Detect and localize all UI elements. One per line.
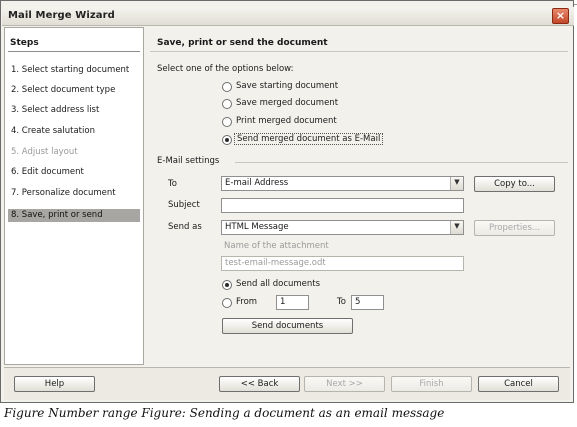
figure-caption: Figure Number range Figure: Sending a do…: [4, 406, 445, 420]
from-input[interactable]: 1: [276, 295, 309, 310]
heading-divider: [150, 51, 568, 52]
to-range-input[interactable]: 5: [351, 295, 384, 310]
send-all-documents-label[interactable]: Send all documents: [236, 279, 320, 289]
to-label: To: [168, 179, 177, 189]
options-prompt: Select one of the options below:: [157, 64, 294, 74]
steps-panel: Steps 1. Select starting document 2. Sel…: [4, 27, 144, 365]
step-item-select-address-list[interactable]: 3. Select address list: [8, 104, 140, 117]
subject-input[interactable]: [221, 198, 464, 213]
send-as-dropdown-value: HTML Message: [225, 222, 289, 232]
step-item-create-salutation[interactable]: 4. Create salutation: [8, 125, 140, 138]
radio-from-range[interactable]: [222, 298, 232, 308]
close-button[interactable]: ×: [552, 8, 569, 24]
finish-button: Finish: [391, 376, 472, 392]
steps-title: Steps: [10, 38, 39, 48]
page-heading: Save, print or send the document: [157, 38, 328, 48]
attachment-name-input: test-email-message.odt: [221, 256, 464, 271]
copy-to-button[interactable]: Copy to...: [474, 176, 555, 192]
chevron-down-icon[interactable]: ▼: [450, 221, 463, 234]
radio-save-starting-document[interactable]: [222, 82, 232, 92]
step-item-adjust-layout: 5. Adjust layout: [11, 147, 78, 157]
radio-send-as-email[interactable]: [222, 135, 232, 145]
from-label[interactable]: From: [236, 297, 257, 307]
step-item-save-print-send[interactable]: 8. Save, print or send: [8, 209, 140, 222]
title-bar: Mail Merge Wizard ×: [2, 7, 574, 26]
chevron-down-icon[interactable]: ▼: [450, 177, 463, 190]
properties-button: Properties...: [474, 220, 555, 236]
to-range-label: To: [337, 297, 346, 307]
step-item-select-document-type[interactable]: 2. Select document type: [8, 84, 140, 97]
step-item-select-starting-document[interactable]: 1. Select starting document: [8, 64, 140, 77]
to-dropdown[interactable]: E-mail Address ▼: [221, 176, 464, 191]
cancel-button[interactable]: Cancel: [478, 376, 559, 392]
send-as-label: Send as: [168, 222, 202, 232]
option-label-save-starting-document[interactable]: Save starting document: [236, 81, 338, 91]
step-item-edit-document[interactable]: 6. Edit document: [8, 166, 140, 179]
email-settings-divider: [235, 162, 568, 163]
next-button: Next >>: [304, 376, 385, 392]
close-icon: ×: [555, 9, 566, 22]
option-label-send-as-email[interactable]: Send merged document as E-Mail: [234, 133, 384, 145]
send-as-dropdown[interactable]: HTML Message ▼: [221, 220, 464, 235]
step-item-personalize-document[interactable]: 7. Personalize document: [8, 187, 140, 200]
email-settings-label: E-Mail settings: [157, 156, 220, 166]
back-button[interactable]: << Back: [219, 376, 300, 392]
send-documents-button[interactable]: Send documents: [222, 318, 353, 334]
radio-save-merged-document[interactable]: [222, 99, 232, 109]
radio-send-all-documents[interactable]: [222, 280, 232, 290]
steps-divider: [8, 51, 140, 52]
help-button[interactable]: Help: [14, 376, 95, 392]
to-dropdown-value: E-mail Address: [225, 178, 289, 188]
window-title: Mail Merge Wizard: [8, 10, 115, 21]
attachment-name-label: Name of the attachment: [224, 241, 329, 251]
subject-label: Subject: [168, 200, 200, 210]
option-label-save-merged-document[interactable]: Save merged document: [236, 98, 338, 108]
radio-print-merged-document[interactable]: [222, 117, 232, 127]
option-label-print-merged-document[interactable]: Print merged document: [236, 116, 337, 126]
